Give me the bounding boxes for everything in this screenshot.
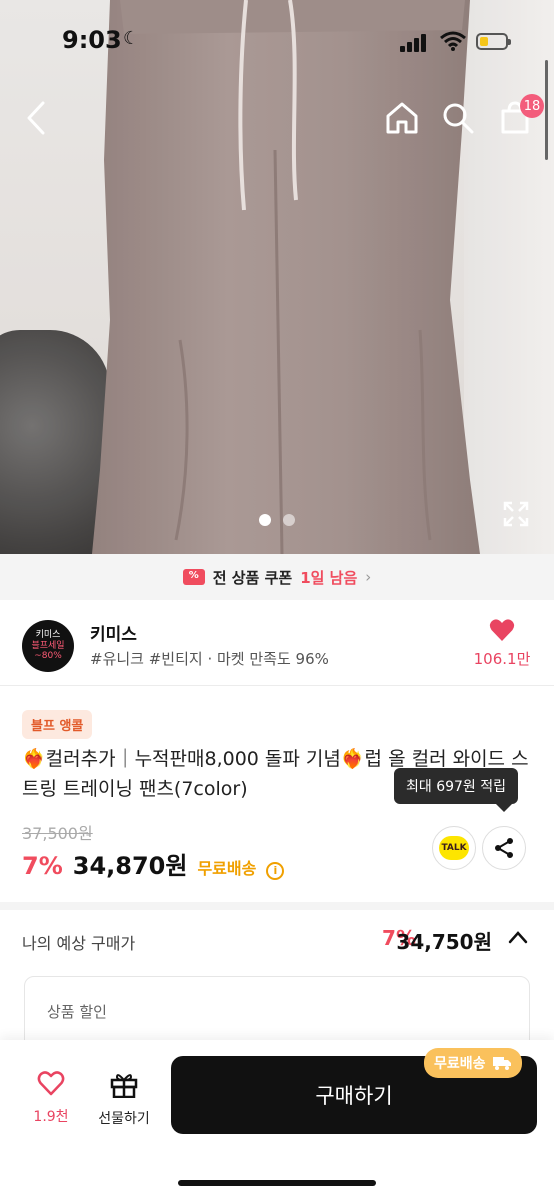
info-icon[interactable]: i [266,862,285,880]
talk-icon: TALK [439,836,469,860]
shop-logo-text: 키미스 [35,630,61,641]
coupon-deadline: 1일 남음 [300,568,358,587]
expand-icon [503,501,529,527]
pants-photo [0,0,554,554]
kakao-talk-button[interactable]: TALK [432,826,476,870]
free-shipping-label: 무료배송 [197,859,257,878]
share-button[interactable] [482,826,526,870]
home-icon [386,102,418,134]
moon-icon: ☾ [123,28,140,49]
scrollbar[interactable] [545,60,548,160]
search-button[interactable] [438,96,478,140]
coupon-text: 전 상품 쿠폰 [212,568,293,587]
gift-button[interactable]: 선물하기 [90,1070,158,1128]
gift-icon [110,1074,138,1099]
gift-label: 선물하기 [98,1111,150,1127]
expected-price-label: 나의 예상 구매가 [22,934,136,953]
chevron-right-icon: › [365,568,372,586]
free-shipping-badge: 무료배송 [424,1048,522,1078]
back-button[interactable] [18,96,54,140]
shop-like-count: 106.1만 [473,650,531,668]
home-indicator [178,1180,376,1186]
promo-badge: 블프 앵콜 [22,710,93,739]
shop-info[interactable]: 키미스 블프세일 ~80% 키미스 #유니크 #빈티지 · 마켓 만족도 96%… [0,600,554,686]
gallery-dot[interactable] [283,514,295,526]
heart-outline-icon [37,1071,65,1096]
gallery-dot-active[interactable] [259,514,271,526]
chevron-up-icon[interactable] [508,930,528,944]
status-time: 9:03 [62,26,122,54]
free-shipping-badge-label: 무료배송 [434,1056,486,1072]
fullscreen-button[interactable] [502,500,530,528]
shop-tags: #유니크 #빈티지 · 마켓 만족도 96% [90,650,329,668]
battery-icon [476,33,511,50]
expected-price: 34,750원 [396,930,492,954]
product-image[interactable] [0,0,554,554]
heart-filled-icon [489,619,515,641]
share-icon [495,838,513,858]
home-button[interactable] [382,96,422,140]
product-discount-label: 상품 할인 [47,1003,107,1021]
shop-logo-discount: ~80% [34,651,62,662]
bottom-action-bar: 1.9천 선물하기 구매하기 무료배송 [0,1040,554,1200]
cellular-signal-icon [400,34,426,52]
expected-price-row[interactable]: 나의 예상 구매가 7% 34,750원 [0,910,554,970]
chevron-left-icon [27,101,45,135]
shop-like-button[interactable]: 106.1만 [472,618,532,669]
coupon-icon [182,569,205,585]
section-divider [0,902,554,910]
gallery-pagination [0,514,554,526]
points-tooltip: 최대 697원 적립 [394,768,519,812]
wifi-icon [440,31,466,51]
cart-count-badge: 18 [520,94,544,118]
search-icon [443,103,474,134]
sale-price: 34,870원 [72,852,188,880]
discount-rate: 7% [22,852,63,880]
shop-logo-sale: 블프세일 [31,640,65,651]
wishlist-count: 1.9천 [33,1109,69,1125]
wishlist-button[interactable]: 1.9천 [24,1070,78,1126]
original-price: 37,500원 [22,824,93,843]
cart-button[interactable]: 18 [494,94,544,140]
coupon-banner[interactable]: 전 상품 쿠폰 1일 남음 › [0,554,554,600]
price-row: 7% 34,870원 무료배송 i [22,846,285,881]
shop-logo[interactable]: 키미스 블프세일 ~80% [22,620,74,672]
shop-name[interactable]: 키미스 [90,620,137,645]
status-bar: 9:03 ☾ [0,0,554,80]
truck-icon [492,1057,511,1070]
